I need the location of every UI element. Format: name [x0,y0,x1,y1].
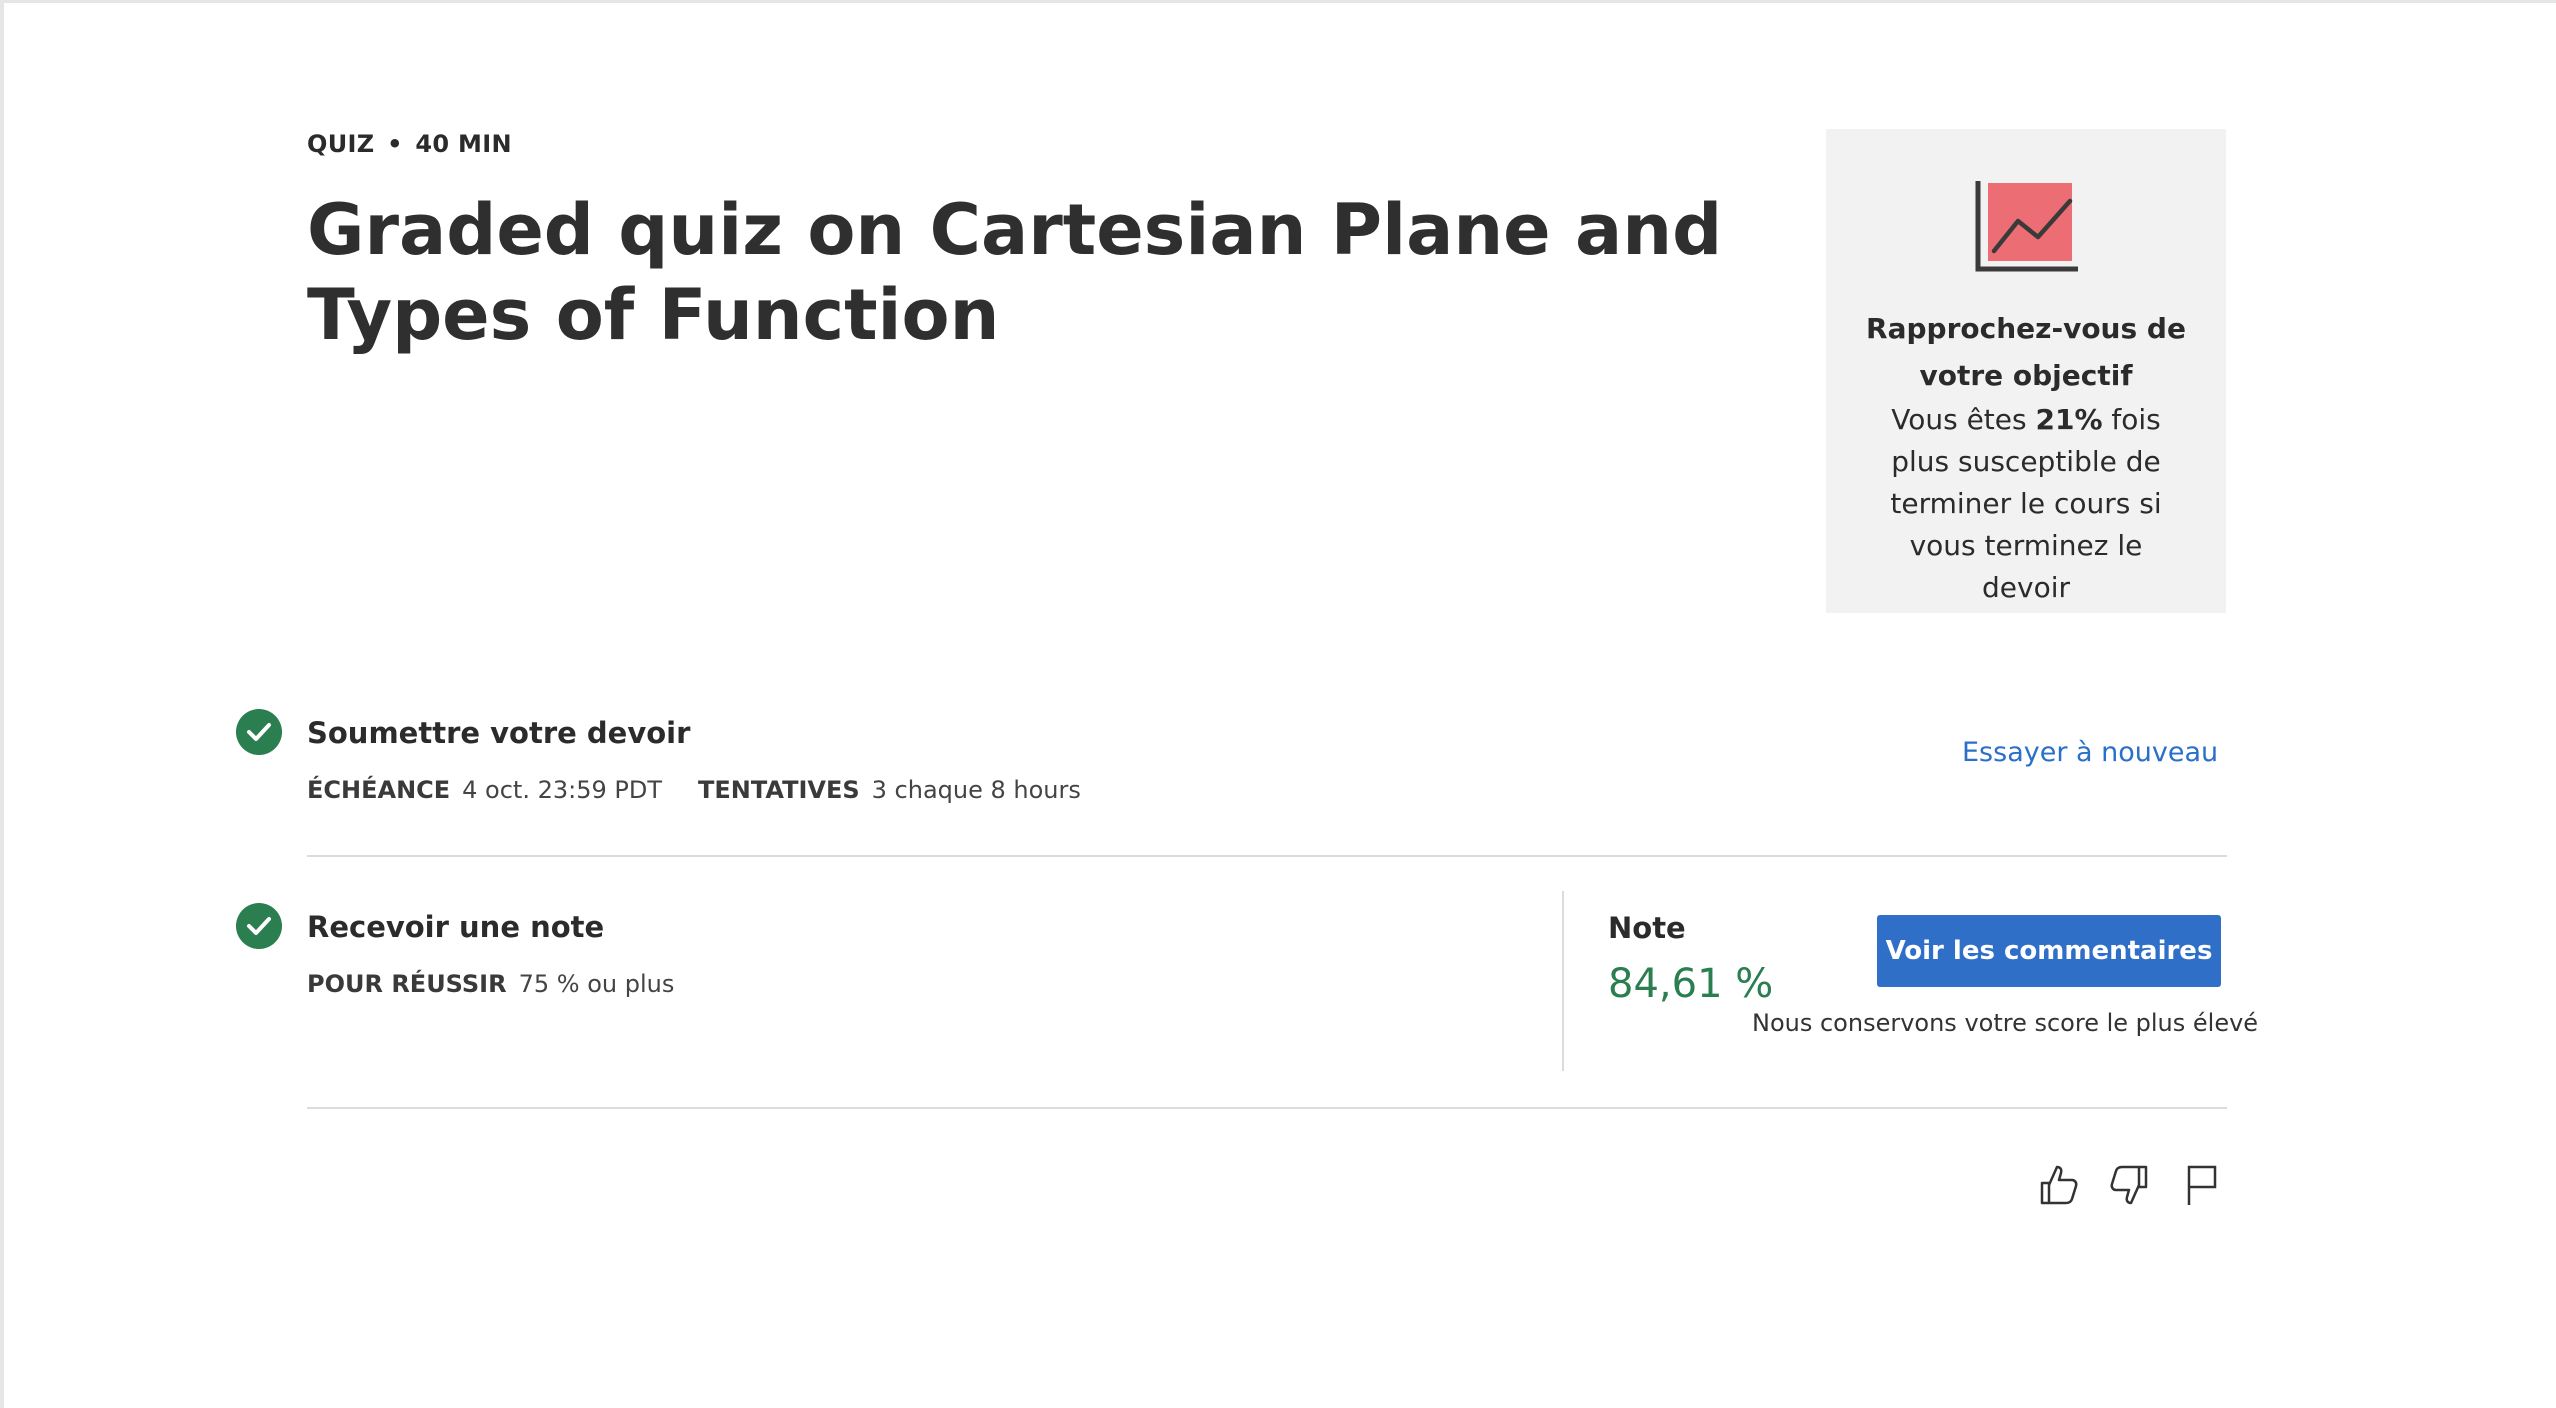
goal-highlight: 21% [2035,403,2103,436]
pass-value: 75 % ou plus [518,970,675,998]
item-type-label: QUIZ [307,130,375,158]
goal-text-before: Vous êtes [1891,403,2036,436]
grade-step-details: POUR RÉUSSIR 75 % ou plus [307,970,674,998]
grade-check-icon [236,903,282,949]
attempts-label: TENTATIVES [698,776,860,804]
due-label: ÉCHÉANCE [307,776,451,804]
submit-step-title: Soumettre votre devoir [307,716,691,750]
note-value: 84,61 % [1608,961,1774,1007]
divider [307,1107,2227,1109]
note-label: Note [1608,911,1686,945]
pass-label: POUR RÉUSSIR [307,970,507,998]
vertical-divider [1562,891,1564,1071]
submit-check-icon [236,709,282,755]
page-title: Graded quiz on Cartesian Plane and Types… [307,189,1723,356]
view-feedback-button[interactable]: Voir les commentaires [1877,915,2221,987]
divider [307,855,2227,857]
meta-separator: • [387,130,403,158]
grade-step-title: Recevoir une note [307,910,605,944]
dislike-icon[interactable] [2106,1161,2154,1209]
goal-card-text: Vous êtes 21% fois plus susceptible de t… [1826,399,2226,609]
item-meta: QUIZ • 40 MIN [307,130,512,158]
submit-step-details: ÉCHÉANCE 4 oct. 23:59 PDT TENTATIVES 3 chaq… [307,776,1081,804]
retry-link[interactable]: Essayer à nouveau [1962,737,2218,768]
attempts-value: 3 chaque 8 hours [871,776,1081,804]
flag-icon[interactable] [2178,1161,2226,1209]
goal-card: Rapprochez-vous de votre objectif Vous ê… [1826,129,2226,613]
item-duration: 40 MIN [415,130,512,158]
quiz-page: QUIZ • 40 MIN Graded quiz on Cartesian P… [0,0,2556,1408]
goal-card-title: Rapprochez-vous de votre objectif [1866,312,2186,392]
like-icon[interactable] [2034,1161,2082,1209]
due-value: 4 oct. 23:59 PDT [462,776,663,804]
highest-score-note: Nous conservons votre score le plus élev… [1752,1009,2259,1037]
trending-chart-icon [1975,181,2078,272]
